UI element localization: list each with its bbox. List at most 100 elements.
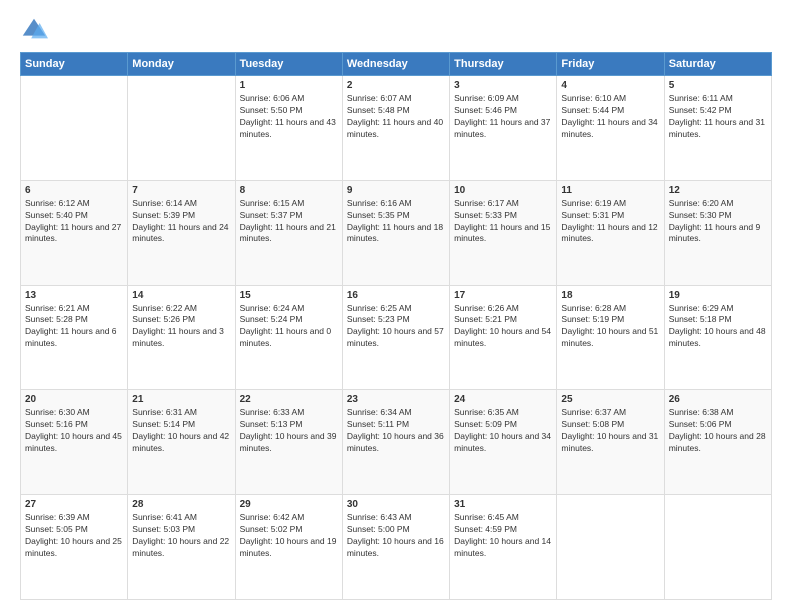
day-number: 2 — [347, 80, 445, 91]
day-header-monday: Monday — [128, 53, 235, 76]
day-header-saturday: Saturday — [664, 53, 771, 76]
day-info: Sunrise: 6:29 AMSunset: 5:18 PMDaylight:… — [669, 303, 767, 351]
day-cell: 30 Sunrise: 6:43 AMSunset: 5:00 PMDayligh… — [342, 495, 449, 600]
day-info: Sunrise: 6:06 AMSunset: 5:50 PMDaylight:… — [240, 93, 338, 141]
day-cell: 14Sunrise: 6:22 AMSunset: 5:26 PMDayligh… — [128, 285, 235, 390]
day-number: 19 — [669, 290, 767, 301]
day-info: Sunrise: 6:20 AMSunset: 5:30 PMDaylight:… — [669, 198, 767, 246]
day-number: 31 — [454, 499, 552, 510]
day-cell — [557, 495, 664, 600]
day-info: Sunrise: 6:11 AMSunset: 5:42 PMDaylight:… — [669, 93, 767, 141]
day-cell: 20 Sunrise: 6:30 AMSunset: 5:16 PMDayligh… — [21, 390, 128, 495]
week-row-0: 1 Sunrise: 6:06 AMSunset: 5:50 PMDaylight… — [21, 76, 772, 181]
day-info: Sunrise: 6:35 AMSunset: 5:09 PMDaylight:… — [454, 407, 552, 455]
day-number: 3 — [454, 80, 552, 91]
week-row-2: 13 Sunrise: 6:21 AMSunset: 5:28 PMDayligh… — [21, 285, 772, 390]
day-cell: 18 Sunrise: 6:28 AMSunset: 5:19 PMDayligh… — [557, 285, 664, 390]
day-number: 12 — [669, 185, 767, 196]
day-cell: 8Sunrise: 6:15 AMSunset: 5:37 PMDaylight… — [235, 180, 342, 285]
day-info: Sunrise: 6:12 AMSunset: 5:40 PMDaylight:… — [25, 198, 123, 246]
calendar-table: SundayMondayTuesdayWednesdayThursdayFrid… — [20, 52, 772, 600]
day-number: 11 — [561, 185, 659, 196]
day-cell: 27Sunrise: 6:39 AMSunset: 5:05 PMDayligh… — [21, 495, 128, 600]
day-number: 10 — [454, 185, 552, 196]
header — [20, 16, 772, 44]
day-cell: 13 Sunrise: 6:21 AMSunset: 5:28 PMDayligh… — [21, 285, 128, 390]
day-cell: 11 Sunrise: 6:19 AMSunset: 5:31 PMDayligh… — [557, 180, 664, 285]
day-cell: 1 Sunrise: 6:06 AMSunset: 5:50 PMDaylight… — [235, 76, 342, 181]
day-number: 25 — [561, 394, 659, 405]
day-info: Sunrise: 6:42 AMSunset: 5:02 PMDaylight:… — [240, 512, 338, 560]
day-number: 1 — [240, 80, 338, 91]
day-cell: 19 Sunrise: 6:29 AMSunset: 5:18 PMDayligh… — [664, 285, 771, 390]
day-cell: 21 Sunrise: 6:31 AMSunset: 5:14 PMDayligh… — [128, 390, 235, 495]
day-cell: 25 Sunrise: 6:37 AMSunset: 5:08 PMDayligh… — [557, 390, 664, 495]
day-number: 21 — [132, 394, 230, 405]
day-number: 13 — [25, 290, 123, 301]
day-info: Sunrise: 6:38 AMSunset: 5:06 PMDaylight:… — [669, 407, 767, 455]
day-cell: 24 Sunrise: 6:35 AMSunset: 5:09 PMDayligh… — [450, 390, 557, 495]
day-info: Sunrise: 6:17 AMSunset: 5:33 PMDaylight:… — [454, 198, 552, 246]
day-cell — [21, 76, 128, 181]
day-number: 4 — [561, 80, 659, 91]
day-cell — [664, 495, 771, 600]
day-info: Sunrise: 6:31 AMSunset: 5:14 PMDaylight:… — [132, 407, 230, 455]
day-cell: 6 Sunrise: 6:12 AMSunset: 5:40 PMDaylight… — [21, 180, 128, 285]
day-number: 5 — [669, 80, 767, 91]
day-info: Sunrise: 6:37 AMSunset: 5:08 PMDaylight:… — [561, 407, 659, 455]
day-cell: 31 Sunrise: 6:45 AMSunset: 4:59 PMDayligh… — [450, 495, 557, 600]
day-info: Sunrise: 6:28 AMSunset: 5:19 PMDaylight:… — [561, 303, 659, 351]
day-info: Sunrise: 6:39 AMSunset: 5:05 PMDaylight:… — [25, 512, 123, 560]
day-info: Sunrise: 6:25 AMSunset: 5:23 PMDaylight:… — [347, 303, 445, 351]
logo — [20, 16, 52, 44]
day-header-tuesday: Tuesday — [235, 53, 342, 76]
day-number: 23 — [347, 394, 445, 405]
week-row-3: 20 Sunrise: 6:30 AMSunset: 5:16 PMDayligh… — [21, 390, 772, 495]
day-number: 28 — [132, 499, 230, 510]
day-info: Sunrise: 6:19 AMSunset: 5:31 PMDaylight:… — [561, 198, 659, 246]
day-cell: 23 Sunrise: 6:34 AMSunset: 5:11 PMDayligh… — [342, 390, 449, 495]
day-cell: 15 Sunrise: 6:24 AMSunset: 5:24 PMDayligh… — [235, 285, 342, 390]
day-number: 29 — [240, 499, 338, 510]
day-cell: 7Sunrise: 6:14 AMSunset: 5:39 PMDaylight… — [128, 180, 235, 285]
day-cell: 17Sunrise: 6:26 AMSunset: 5:21 PMDayligh… — [450, 285, 557, 390]
day-cell: 16 Sunrise: 6:25 AMSunset: 5:23 PMDayligh… — [342, 285, 449, 390]
day-info: Sunrise: 6:43 AMSunset: 5:00 PMDaylight:… — [347, 512, 445, 560]
calendar-header-row: SundayMondayTuesdayWednesdayThursdayFrid… — [21, 53, 772, 76]
day-number: 6 — [25, 185, 123, 196]
day-info: Sunrise: 6:07 AMSunset: 5:48 PMDaylight:… — [347, 93, 445, 141]
day-number: 30 — [347, 499, 445, 510]
day-info: Sunrise: 6:09 AMSunset: 5:46 PMDaylight:… — [454, 93, 552, 141]
day-cell: 3 Sunrise: 6:09 AMSunset: 5:46 PMDaylight… — [450, 76, 557, 181]
day-cell: 12 Sunrise: 6:20 AMSunset: 5:30 PMDayligh… — [664, 180, 771, 285]
day-header-friday: Friday — [557, 53, 664, 76]
day-info: Sunrise: 6:14 AMSunset: 5:39 PMDaylight:… — [132, 198, 230, 246]
day-header-thursday: Thursday — [450, 53, 557, 76]
day-number: 20 — [25, 394, 123, 405]
day-info: Sunrise: 6:34 AMSunset: 5:11 PMDaylight:… — [347, 407, 445, 455]
day-info: Sunrise: 6:41 AMSunset: 5:03 PMDaylight:… — [132, 512, 230, 560]
day-cell: 22Sunrise: 6:33 AMSunset: 5:13 PMDayligh… — [235, 390, 342, 495]
day-info: Sunrise: 6:33 AMSunset: 5:13 PMDaylight:… — [240, 407, 338, 455]
day-cell: 4 Sunrise: 6:10 AMSunset: 5:44 PMDaylight… — [557, 76, 664, 181]
day-cell — [128, 76, 235, 181]
day-info: Sunrise: 6:10 AMSunset: 5:44 PMDaylight:… — [561, 93, 659, 141]
day-cell: 10 Sunrise: 6:17 AMSunset: 5:33 PMDayligh… — [450, 180, 557, 285]
day-number: 18 — [561, 290, 659, 301]
page: SundayMondayTuesdayWednesdayThursdayFrid… — [0, 0, 792, 612]
day-cell: 5 Sunrise: 6:11 AMSunset: 5:42 PMDaylight… — [664, 76, 771, 181]
day-cell: 28 Sunrise: 6:41 AMSunset: 5:03 PMDayligh… — [128, 495, 235, 600]
day-header-wednesday: Wednesday — [342, 53, 449, 76]
day-number: 16 — [347, 290, 445, 301]
day-number: 15 — [240, 290, 338, 301]
day-number: 26 — [669, 394, 767, 405]
day-header-sunday: Sunday — [21, 53, 128, 76]
day-info: Sunrise: 6:24 AMSunset: 5:24 PMDaylight:… — [240, 303, 338, 351]
day-info: Sunrise: 6:45 AMSunset: 4:59 PMDaylight:… — [454, 512, 552, 560]
day-number: 24 — [454, 394, 552, 405]
day-info: Sunrise: 6:21 AMSunset: 5:28 PMDaylight:… — [25, 303, 123, 351]
day-cell: 26 Sunrise: 6:38 AMSunset: 5:06 PMDayligh… — [664, 390, 771, 495]
day-info: Sunrise: 6:30 AMSunset: 5:16 PMDaylight:… — [25, 407, 123, 455]
day-number: 14 — [132, 290, 230, 301]
day-info: Sunrise: 6:15 AMSunset: 5:37 PMDaylight:… — [240, 198, 338, 246]
